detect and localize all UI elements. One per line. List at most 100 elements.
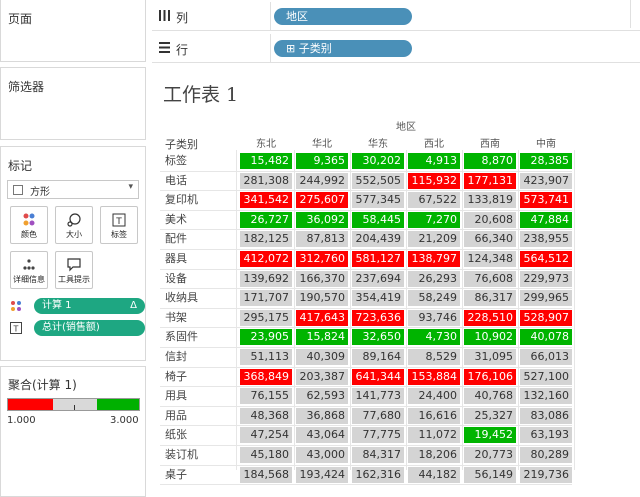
table-cell[interactable]: 527,100 — [518, 367, 574, 387]
table-cell[interactable]: 23,905 — [238, 327, 294, 347]
table-cell[interactable]: 11,072 — [406, 425, 462, 445]
table-cell[interactable]: 32,650 — [350, 327, 406, 347]
calc1-pill[interactable]: 计算 1 Δ — [34, 298, 145, 314]
table-cell[interactable]: 204,439 — [350, 229, 406, 249]
table-cell[interactable]: 44,182 — [406, 465, 462, 485]
table-cell[interactable]: 190,570 — [294, 288, 350, 308]
table-cell[interactable]: 66,013 — [518, 347, 574, 367]
table-cell[interactable]: 15,824 — [294, 327, 350, 347]
table-cell[interactable]: 139,692 — [238, 269, 294, 289]
table-cell[interactable]: 40,768 — [462, 386, 518, 406]
row-header[interactable]: 复印机 — [165, 190, 237, 210]
table-cell[interactable]: 4,913 — [406, 151, 462, 171]
table-cell[interactable]: 26,727 — [238, 210, 294, 230]
table-cell[interactable]: 341,542 — [238, 190, 294, 210]
table-cell[interactable]: 40,309 — [294, 347, 350, 367]
row-header[interactable]: 纸张 — [165, 425, 237, 445]
table-cell[interactable]: 47,254 — [238, 425, 294, 445]
filters-pane[interactable]: 筛选器 — [0, 67, 146, 140]
table-cell[interactable]: 7,270 — [406, 210, 462, 230]
label-button[interactable]: T 标签 — [100, 206, 138, 244]
row-header[interactable]: 收纳具 — [165, 288, 237, 308]
table-cell[interactable]: 184,568 — [238, 465, 294, 485]
table-cell[interactable]: 28,385 — [518, 151, 574, 171]
table-cell[interactable]: 10,902 — [462, 327, 518, 347]
table-cell[interactable]: 43,064 — [294, 425, 350, 445]
mark-type-dropdown[interactable]: 方形 ▾ — [7, 180, 139, 199]
table-cell[interactable]: 86,317 — [462, 288, 518, 308]
row-header[interactable]: 标签 — [165, 151, 237, 171]
table-cell[interactable]: 25,327 — [462, 406, 518, 426]
row-header[interactable]: 装订机 — [165, 445, 237, 465]
table-cell[interactable]: 20,608 — [462, 210, 518, 230]
row-header[interactable]: 美术 — [165, 210, 237, 230]
table-cell[interactable]: 412,072 — [238, 249, 294, 269]
table-cell[interactable]: 76,155 — [238, 386, 294, 406]
row-header[interactable]: 信封 — [165, 347, 237, 367]
table-cell[interactable]: 19,452 — [462, 425, 518, 445]
region-pill[interactable]: 地区 — [274, 8, 412, 25]
table-cell[interactable]: 162,316 — [350, 465, 406, 485]
table-cell[interactable]: 275,607 — [294, 190, 350, 210]
table-cell[interactable]: 229,973 — [518, 269, 574, 289]
row-header[interactable]: 器具 — [165, 249, 237, 269]
table-cell[interactable]: 115,932 — [406, 171, 462, 191]
row-header[interactable]: 用品 — [165, 406, 237, 426]
table-cell[interactable]: 8,870 — [462, 151, 518, 171]
table-cell[interactable]: 80,289 — [518, 445, 574, 465]
table-cell[interactable]: 36,868 — [294, 406, 350, 426]
table-cell[interactable]: 45,180 — [238, 445, 294, 465]
table-cell[interactable]: 21,209 — [406, 229, 462, 249]
table-cell[interactable]: 4,730 — [406, 327, 462, 347]
color-button[interactable]: 颜色 — [10, 206, 48, 244]
table-cell[interactable]: 48,368 — [238, 406, 294, 426]
table-cell[interactable]: 51,113 — [238, 347, 294, 367]
table-cell[interactable]: 423,907 — [518, 171, 574, 191]
table-cell[interactable]: 84,317 — [350, 445, 406, 465]
table-cell[interactable]: 171,707 — [238, 288, 294, 308]
table-cell[interactable]: 36,092 — [294, 210, 350, 230]
table-cell[interactable]: 8,529 — [406, 347, 462, 367]
table-cell[interactable]: 281,308 — [238, 171, 294, 191]
columns-shelf[interactable]: 列 地区 — [152, 2, 640, 31]
table-cell[interactable]: 182,125 — [238, 229, 294, 249]
detail-button[interactable]: 详细信息 — [10, 251, 48, 289]
row-header[interactable]: 椅子 — [165, 367, 237, 387]
table-cell[interactable]: 132,160 — [518, 386, 574, 406]
row-header[interactable]: 设备 — [165, 269, 237, 289]
table-cell[interactable]: 30,202 — [350, 151, 406, 171]
table-cell[interactable]: 58,445 — [350, 210, 406, 230]
table-cell[interactable]: 83,086 — [518, 406, 574, 426]
table-cell[interactable]: 219,736 — [518, 465, 574, 485]
table-cell[interactable]: 76,608 — [462, 269, 518, 289]
table-cell[interactable]: 47,884 — [518, 210, 574, 230]
table-cell[interactable]: 77,680 — [350, 406, 406, 426]
table-cell[interactable]: 528,907 — [518, 308, 574, 328]
table-cell[interactable]: 15,482 — [238, 151, 294, 171]
table-cell[interactable]: 176,106 — [462, 367, 518, 387]
rows-shelf[interactable]: 行 ⊞ 子类别 — [152, 34, 640, 63]
row-header[interactable]: 配件 — [165, 229, 237, 249]
sales-total-pill[interactable]: 总计(销售额) — [34, 320, 145, 336]
table-cell[interactable]: 295,175 — [238, 308, 294, 328]
table-cell[interactable]: 354,419 — [350, 288, 406, 308]
table-cell[interactable]: 577,345 — [350, 190, 406, 210]
table-cell[interactable]: 89,164 — [350, 347, 406, 367]
table-cell[interactable]: 228,510 — [462, 308, 518, 328]
table-cell[interactable]: 63,193 — [518, 425, 574, 445]
table-cell[interactable]: 56,149 — [462, 465, 518, 485]
table-cell[interactable]: 66,340 — [462, 229, 518, 249]
table-cell[interactable]: 299,965 — [518, 288, 574, 308]
table-cell[interactable]: 177,131 — [462, 171, 518, 191]
table-cell[interactable]: 153,884 — [406, 367, 462, 387]
table-cell[interactable]: 141,773 — [350, 386, 406, 406]
table-cell[interactable]: 552,505 — [350, 171, 406, 191]
row-header[interactable]: 电话 — [165, 171, 237, 191]
table-cell[interactable]: 58,249 — [406, 288, 462, 308]
table-cell[interactable]: 31,095 — [462, 347, 518, 367]
table-cell[interactable]: 77,775 — [350, 425, 406, 445]
table-cell[interactable]: 26,293 — [406, 269, 462, 289]
table-cell[interactable]: 573,741 — [518, 190, 574, 210]
table-cell[interactable]: 244,992 — [294, 171, 350, 191]
table-cell[interactable]: 62,593 — [294, 386, 350, 406]
